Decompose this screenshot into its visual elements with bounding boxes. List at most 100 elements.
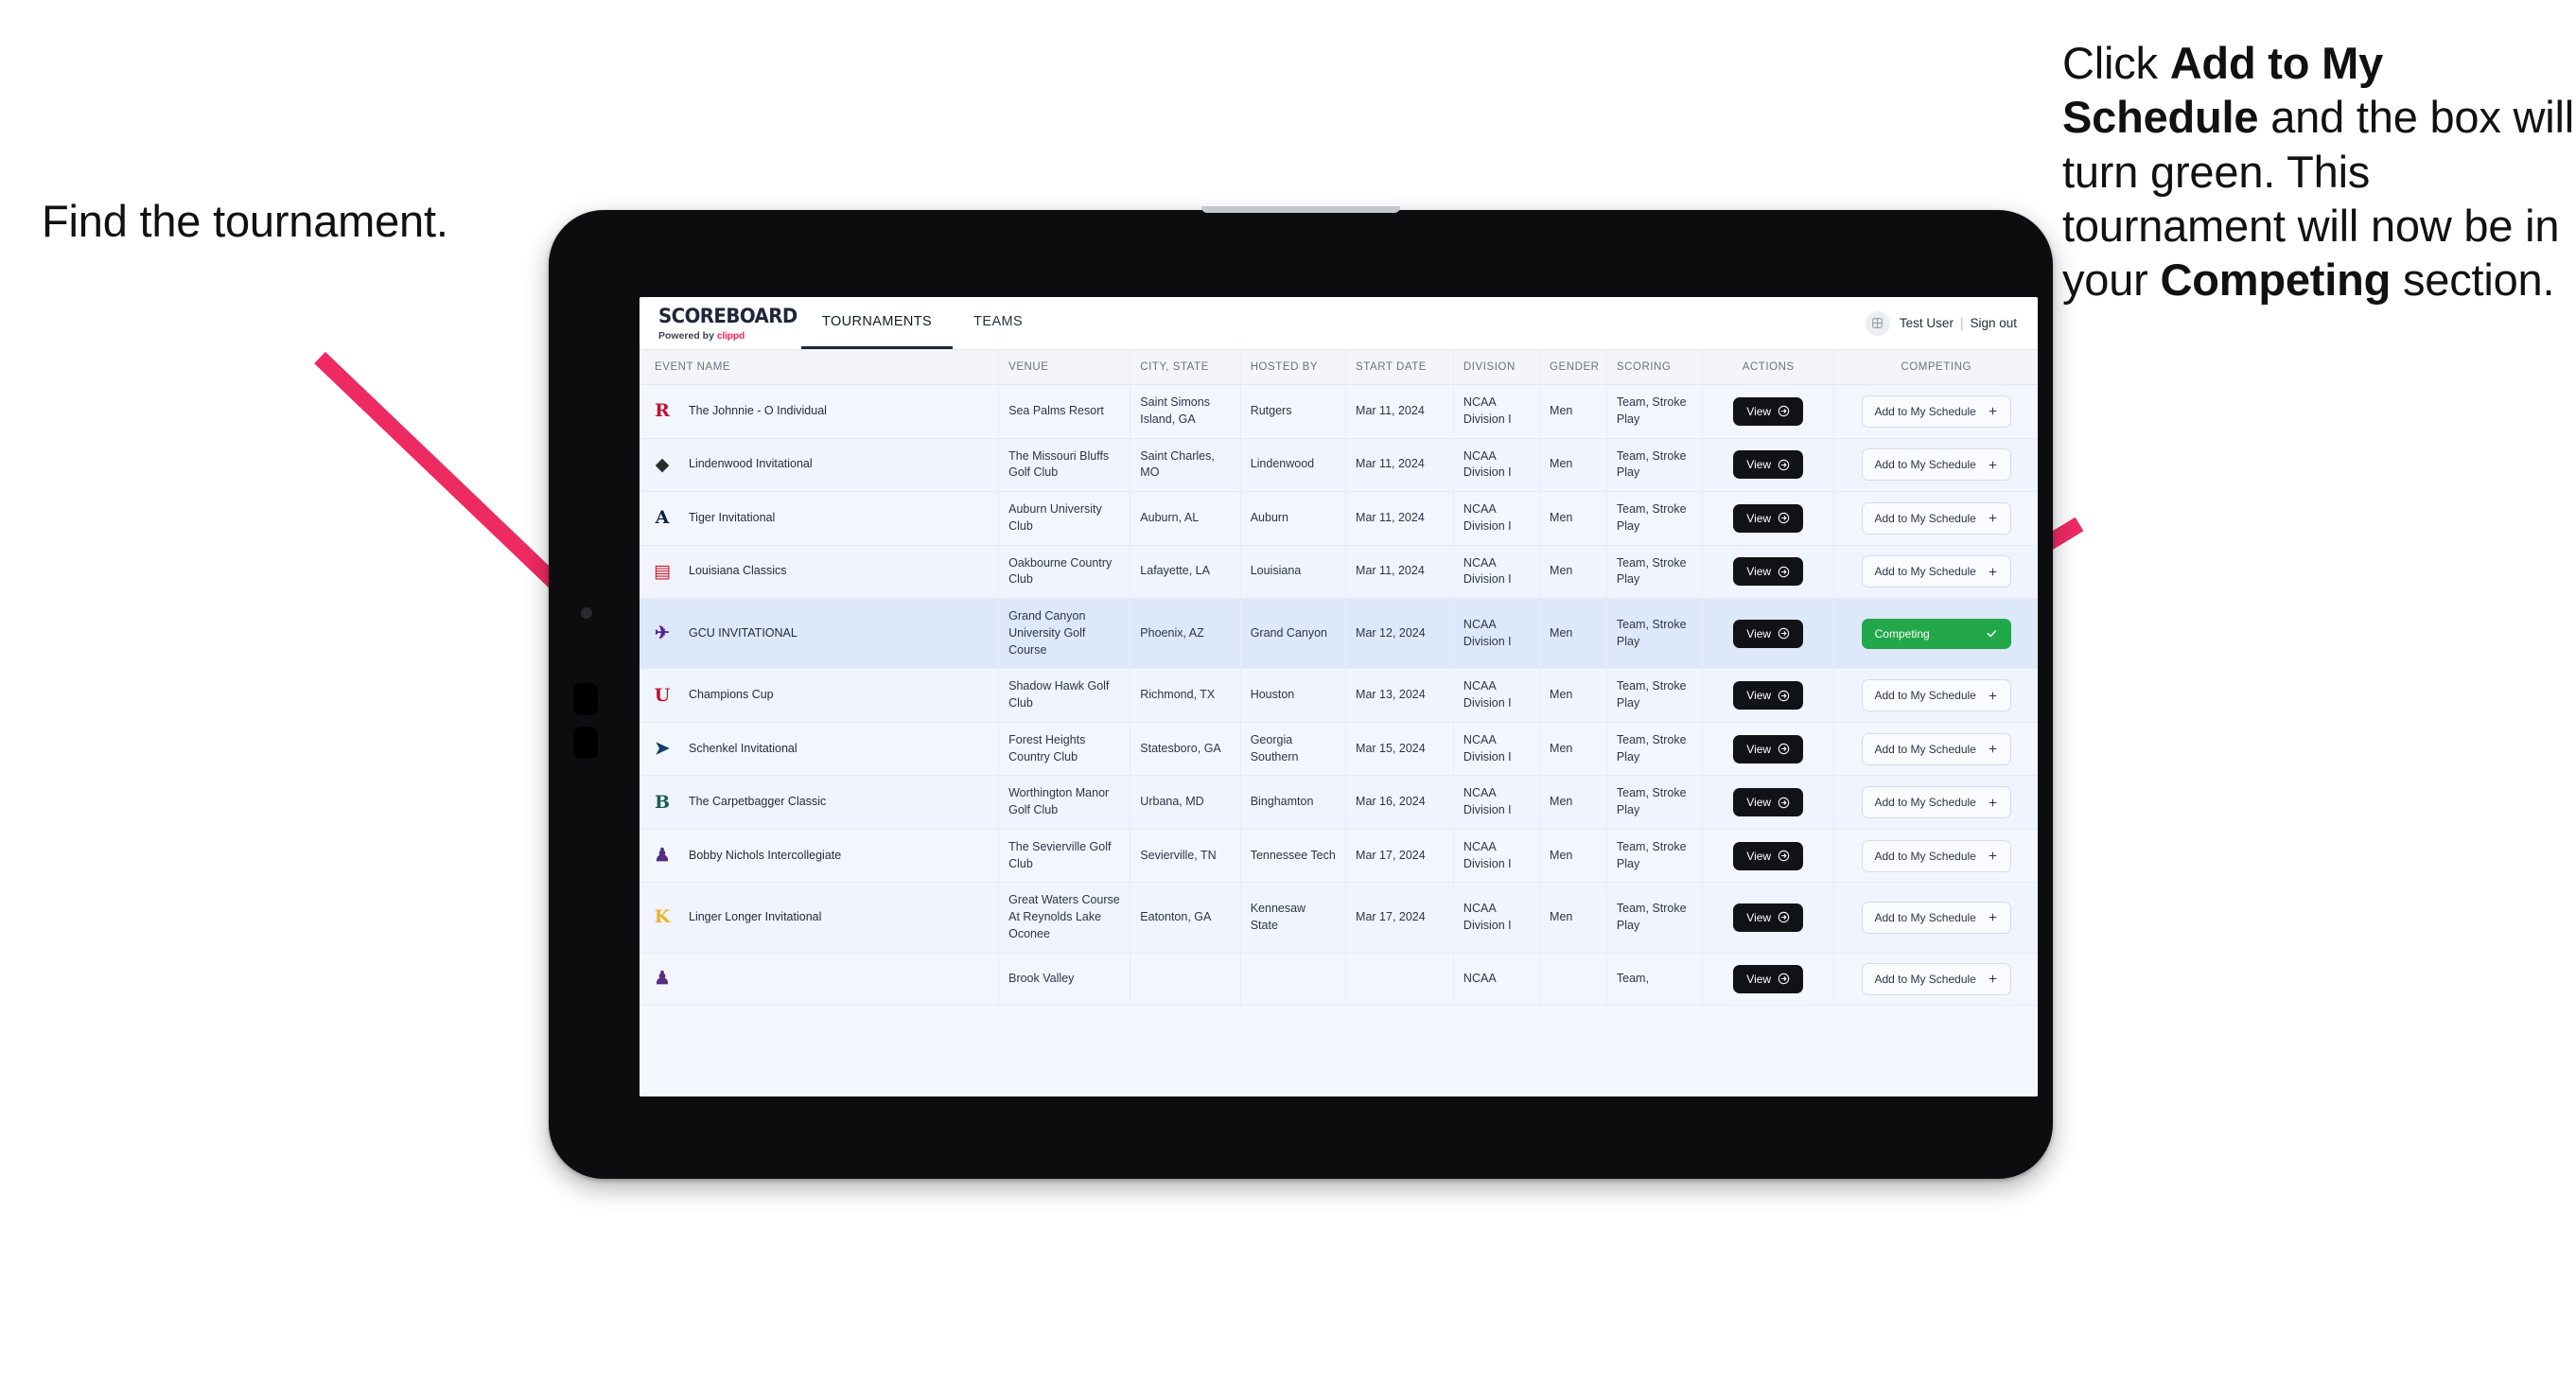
cell-gender: Men <box>1539 668 1607 723</box>
cell-hosted-by: Georgia Southern <box>1240 722 1347 777</box>
add-to-my-schedule-label: Add to My Schedule <box>1874 404 1976 418</box>
table-row[interactable]: ▤ Louisiana Classics Oakbourne Country Clu… <box>640 545 2038 599</box>
table-row[interactable]: ➤ Schenkel Invitational Forest Heights Cou… <box>640 722 2038 777</box>
table-row[interactable]: ✈ GCU INVITATIONAL Grand Canyon University… <box>640 598 2038 670</box>
cell-gender: Men <box>1539 882 1607 954</box>
view-button[interactable]: View <box>1733 681 1804 710</box>
cell-city-state: Eatonton, GA <box>1130 882 1241 954</box>
view-button[interactable]: View <box>1733 734 1804 763</box>
view-button[interactable]: View <box>1733 557 1804 587</box>
table-row[interactable]: A Tiger Invitational Auburn University Clu… <box>640 491 2038 546</box>
cell-city-state: Saint Simons Island, GA <box>1130 384 1241 439</box>
app-screen: SCOREBOARD Powered by clippd TOURNAMENTS… <box>640 297 2038 1097</box>
cell-city-state: Sevierville, TN <box>1130 829 1241 884</box>
cell-scoring: Team, Stroke Play <box>1606 491 1704 546</box>
team-logo-icon: ◆ <box>655 453 670 475</box>
cell-event-name: ♟ Bobby Nichols Intercollegiate <box>640 829 1000 884</box>
add-to-my-schedule-button[interactable]: Add to My Schedule <box>1861 501 2011 535</box>
volume-up-button[interactable] <box>573 683 598 715</box>
cell-competing: Add to My Schedule <box>1833 438 2038 492</box>
cell-gender <box>1539 953 1607 1006</box>
add-to-my-schedule-button[interactable]: Add to My Schedule <box>1861 555 2011 588</box>
cell-scoring: Team, <box>1606 953 1704 1006</box>
col-start-date[interactable]: START DATE <box>1345 350 1454 385</box>
view-button-label: View <box>1746 689 1772 702</box>
table-row[interactable]: K Linger Longer Invitational Great Waters … <box>640 882 2038 954</box>
cell-venue: The Missouri Bluffs Golf Club <box>998 438 1131 492</box>
plus-icon <box>1988 513 1998 523</box>
view-button[interactable]: View <box>1733 788 1804 816</box>
user-avatar-icon[interactable] <box>1865 310 1890 336</box>
cell-hosted-by <box>1240 953 1347 1006</box>
plus-icon <box>1988 798 1998 808</box>
add-to-my-schedule-button[interactable]: Add to My Schedule <box>1861 732 2011 765</box>
col-division[interactable]: DIVISION <box>1453 350 1541 385</box>
add-to-my-schedule-button[interactable]: Add to My Schedule <box>1861 786 2011 818</box>
table-body: R The Johnnie - O Individual Sea Palms Res… <box>640 384 2038 1006</box>
view-button[interactable]: View <box>1733 503 1804 533</box>
cell-actions: View <box>1702 775 1835 830</box>
cell-hosted-by: Houston <box>1240 668 1347 723</box>
cell-competing: Add to My Schedule <box>1833 722 2038 777</box>
arrow-right-circle-icon <box>1778 973 1790 985</box>
add-to-my-schedule-button[interactable]: Add to My Schedule <box>1861 962 2011 995</box>
tournaments-table-wrap[interactable]: EVENT NAME VENUE CITY, STATE HOSTED BY S… <box>640 350 2038 1097</box>
cell-division: NCAA Division I <box>1453 882 1541 954</box>
volume-down-button[interactable] <box>573 727 598 759</box>
view-button[interactable]: View <box>1733 841 1804 870</box>
tab-teams[interactable]: TEAMS <box>953 297 1043 349</box>
annotation-right: Click Add to My Schedule and the box wil… <box>2062 36 2576 307</box>
plus-icon <box>1988 912 1998 922</box>
cell-competing: Competing <box>1833 598 2038 670</box>
table-row[interactable]: ◆ Lindenwood Invitational The Missouri Blu… <box>640 438 2038 492</box>
cell-venue: Grand Canyon University Golf Course <box>998 598 1131 670</box>
view-button[interactable]: View <box>1733 903 1804 932</box>
view-button-label: View <box>1746 404 1772 418</box>
table-row[interactable]: ♟ Brook Valley NCAA Team, View Add to My Sche… <box>640 953 2038 1006</box>
competing-button[interactable]: Competing <box>1861 618 2011 649</box>
view-button[interactable]: View <box>1733 619 1804 648</box>
event-name-label: GCU INVITATIONAL <box>689 625 797 640</box>
cell-city-state: Phoenix, AZ <box>1130 598 1241 670</box>
view-button-label: View <box>1746 565 1772 579</box>
table-row[interactable]: U Champions Cup Shadow Hawk Golf Club Richm… <box>640 668 2038 723</box>
plus-icon <box>1988 460 1998 470</box>
add-to-my-schedule-button[interactable]: Add to My Schedule <box>1861 679 2011 711</box>
cell-actions: View <box>1702 384 1835 439</box>
cell-gender: Men <box>1539 438 1607 492</box>
view-button-label: View <box>1746 849 1772 863</box>
add-to-my-schedule-label: Add to My Schedule <box>1874 458 1976 472</box>
col-venue[interactable]: VENUE <box>998 350 1131 385</box>
col-actions: ACTIONS <box>1702 350 1835 385</box>
cell-division: NCAA Division I <box>1453 829 1541 884</box>
table-row[interactable]: R The Johnnie - O Individual Sea Palms Res… <box>640 384 2038 439</box>
add-to-my-schedule-button[interactable]: Add to My Schedule <box>1861 839 2011 872</box>
cell-actions: View <box>1702 882 1835 954</box>
cell-start-date: Mar 17, 2024 <box>1345 829 1454 884</box>
col-scoring[interactable]: SCORING <box>1606 350 1704 385</box>
cell-hosted-by: Kennesaw State <box>1240 882 1347 954</box>
brand-logo[interactable]: SCOREBOARD Powered by clippd <box>640 297 797 349</box>
col-gender[interactable]: GENDER <box>1539 350 1607 385</box>
col-hosted-by[interactable]: HOSTED BY <box>1240 350 1347 385</box>
add-to-my-schedule-button[interactable]: Add to My Schedule <box>1861 395 2011 428</box>
view-button[interactable]: View <box>1733 964 1804 993</box>
col-competing: COMPETING <box>1833 350 2038 385</box>
sign-out-link[interactable]: Sign out <box>1970 316 2017 330</box>
cell-gender: Men <box>1539 384 1607 439</box>
col-city-state[interactable]: CITY, STATE <box>1130 350 1241 385</box>
cell-venue: Oakbourne Country Club <box>998 545 1131 599</box>
app-header: SCOREBOARD Powered by clippd TOURNAMENTS… <box>640 297 2038 350</box>
event-name-label: Bobby Nichols Intercollegiate <box>689 848 842 862</box>
add-to-my-schedule-button[interactable]: Add to My Schedule <box>1861 448 2011 482</box>
view-button[interactable]: View <box>1733 396 1804 426</box>
table-row[interactable]: ♟ Bobby Nichols Intercollegiate The Sevier… <box>640 829 2038 884</box>
table-row[interactable]: B The Carpetbagger Classic Worthington Man… <box>640 775 2038 830</box>
tab-tournaments[interactable]: TOURNAMENTS <box>801 297 954 349</box>
col-event-name[interactable]: EVENT NAME <box>640 350 1000 385</box>
cell-venue: Auburn University Club <box>998 491 1131 546</box>
brand-powered-prefix: Powered by <box>658 330 717 342</box>
cell-hosted-by: Binghamton <box>1240 775 1347 830</box>
view-button[interactable]: View <box>1733 450 1804 480</box>
add-to-my-schedule-button[interactable]: Add to My Schedule <box>1861 901 2011 934</box>
